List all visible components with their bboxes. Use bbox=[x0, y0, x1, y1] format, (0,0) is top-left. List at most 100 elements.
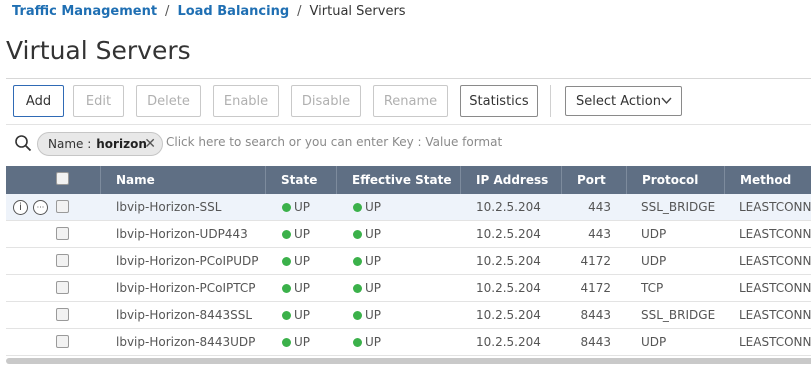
table-row[interactable]: lbvip-Horizon-8443UDP UP UP 10.2.5.204 8443 U… bbox=[6, 329, 811, 356]
select-action-dropdown[interactable]: Select Action bbox=[565, 86, 682, 116]
select-all-checkbox[interactable] bbox=[56, 172, 69, 185]
search-icon[interactable] bbox=[14, 134, 32, 156]
cell-ip-address: 10.2.5.204 bbox=[476, 281, 541, 295]
more-options-icon[interactable]: ··· bbox=[33, 200, 48, 215]
breadcrumb-load-balancing[interactable]: Load Balancing bbox=[177, 4, 289, 19]
table-header: Name State Effective State IP Address Po… bbox=[6, 166, 811, 194]
page-title: Virtual Servers bbox=[6, 36, 191, 65]
cell-effective-state-text: UP bbox=[365, 335, 382, 349]
cell-name[interactable]: lbvip-Horizon-PCoIPUDP bbox=[116, 248, 259, 274]
cell-ip-address: 10.2.5.204 bbox=[476, 308, 541, 322]
column-header-method[interactable]: Method bbox=[725, 166, 811, 194]
row-checkbox[interactable] bbox=[56, 281, 69, 294]
column-header-ip-address[interactable]: IP Address bbox=[461, 166, 562, 194]
column-header-effective-state[interactable]: Effective State bbox=[337, 166, 461, 194]
cell-effective-state-text: UP bbox=[365, 308, 382, 322]
cell-state-text: UP bbox=[294, 227, 311, 241]
disable-button[interactable]: Disable bbox=[291, 85, 361, 117]
cell-name[interactable]: lbvip-Horizon-8443SSL bbox=[116, 302, 252, 328]
cell-effective-state-text: UP bbox=[365, 254, 382, 268]
search-input[interactable]: Click here to search or you can enter Ke… bbox=[166, 135, 502, 149]
cell-protocol: TCP bbox=[641, 281, 664, 295]
filter-chip-key: Name : bbox=[48, 137, 92, 151]
status-up-icon bbox=[282, 202, 291, 212]
select-action-label: Select Action bbox=[576, 93, 661, 109]
cell-effective-state: UP bbox=[353, 221, 381, 247]
status-up-icon bbox=[353, 337, 362, 347]
status-up-icon bbox=[282, 310, 291, 320]
breadcrumb-traffic-management[interactable]: Traffic Management bbox=[12, 4, 157, 19]
table-row[interactable]: lbvip-Horizon-PCoIPUDP UP UP 10.2.5.204 4172… bbox=[6, 248, 811, 275]
row-checkbox[interactable] bbox=[56, 227, 69, 240]
toolbar-top-divider bbox=[6, 78, 811, 79]
cell-name[interactable]: lbvip-Horizon-UDP443 bbox=[116, 221, 248, 247]
cell-state-text: UP bbox=[294, 254, 311, 268]
cell-effective-state: UP bbox=[353, 302, 381, 328]
cell-port: 8443 bbox=[580, 308, 611, 322]
breadcrumb-separator: / bbox=[165, 4, 170, 19]
cell-state: UP bbox=[282, 302, 310, 328]
edit-button[interactable]: Edit bbox=[73, 85, 124, 117]
cell-effective-state-text: UP bbox=[365, 281, 382, 295]
enable-button[interactable]: Enable bbox=[213, 85, 279, 117]
cell-effective-state: UP bbox=[353, 248, 381, 274]
add-button[interactable]: Add bbox=[13, 85, 64, 117]
cell-port: 443 bbox=[588, 200, 611, 214]
info-icon[interactable]: i bbox=[13, 200, 28, 215]
column-header-protocol[interactable]: Protocol bbox=[627, 166, 725, 194]
search-bar: Name : horizon ✕ Click here to search or… bbox=[6, 124, 811, 162]
breadcrumb-current: Virtual Servers bbox=[309, 4, 406, 19]
cell-method: LEASTCONNE bbox=[739, 200, 811, 214]
cell-port: 4172 bbox=[580, 281, 611, 295]
cell-effective-state-text: UP bbox=[365, 227, 382, 241]
row-checkbox[interactable] bbox=[56, 308, 69, 321]
status-up-icon bbox=[353, 256, 362, 266]
cell-state-text: UP bbox=[294, 308, 311, 322]
cell-state: UP bbox=[282, 329, 310, 355]
table-row[interactable]: lbvip-Horizon-UDP443 UP UP 10.2.5.204 443 UDP… bbox=[6, 221, 811, 248]
table-row[interactable]: lbvip-Horizon-8443SSL UP UP 10.2.5.204 8443 S… bbox=[6, 302, 811, 329]
cell-method: LEASTCONNE bbox=[739, 335, 811, 349]
delete-button[interactable]: Delete bbox=[136, 85, 201, 117]
statistics-button[interactable]: Statistics bbox=[460, 85, 538, 117]
cell-protocol: SSL_BRIDGE bbox=[641, 200, 716, 214]
cell-state-text: UP bbox=[294, 281, 311, 295]
toolbar-divider bbox=[550, 85, 551, 117]
status-up-icon bbox=[353, 310, 362, 320]
cell-protocol: SSL_BRIDGE bbox=[641, 308, 716, 322]
cell-protocol: UDP bbox=[641, 227, 667, 241]
cell-ip-address: 10.2.5.204 bbox=[476, 227, 541, 241]
cell-name[interactable]: lbvip-Horizon-PCoIPTCP bbox=[116, 275, 256, 301]
table-row[interactable]: i ··· lbvip-Horizon-SSL UP UP 10.2.5.204 443 SS… bbox=[6, 194, 811, 221]
status-up-icon bbox=[282, 337, 291, 347]
row-checkbox[interactable] bbox=[56, 335, 69, 348]
filter-chip-value: horizon bbox=[96, 137, 147, 151]
header-select-cell bbox=[6, 166, 101, 194]
column-header-name[interactable]: Name bbox=[101, 166, 266, 194]
cell-name[interactable]: lbvip-Horizon-SSL bbox=[116, 194, 221, 220]
cell-name[interactable]: lbvip-Horizon-8443UDP bbox=[116, 329, 255, 355]
cell-state-text: UP bbox=[294, 335, 311, 349]
column-header-port[interactable]: Port bbox=[562, 166, 627, 194]
status-up-icon bbox=[282, 283, 291, 293]
cell-method: LEASTCONNE bbox=[739, 281, 811, 295]
table-row[interactable]: lbvip-Horizon-PCoIPTCP UP UP 10.2.5.204 4172… bbox=[6, 275, 811, 302]
close-icon[interactable]: ✕ bbox=[144, 136, 156, 152]
cell-ip-address: 10.2.5.204 bbox=[476, 335, 541, 349]
row-checkbox[interactable] bbox=[56, 254, 69, 267]
cell-method: LEASTCONNE bbox=[739, 308, 811, 322]
breadcrumb: Traffic Management / Load Balancing / Virtua… bbox=[12, 4, 406, 19]
chevron-down-icon bbox=[660, 94, 673, 111]
cell-port: 8443 bbox=[580, 335, 611, 349]
cell-effective-state-text: UP bbox=[365, 200, 382, 214]
row-checkbox[interactable] bbox=[56, 200, 69, 213]
status-up-icon bbox=[282, 256, 291, 266]
cell-state: UP bbox=[282, 221, 310, 247]
horizontal-scrollbar[interactable] bbox=[6, 358, 811, 364]
breadcrumb-separator: / bbox=[297, 4, 302, 19]
column-header-state[interactable]: State bbox=[266, 166, 337, 194]
cell-state: UP bbox=[282, 275, 310, 301]
cell-state: UP bbox=[282, 194, 310, 220]
rename-button[interactable]: Rename bbox=[373, 85, 448, 117]
filter-chip[interactable]: Name : horizon ✕ bbox=[37, 132, 163, 156]
